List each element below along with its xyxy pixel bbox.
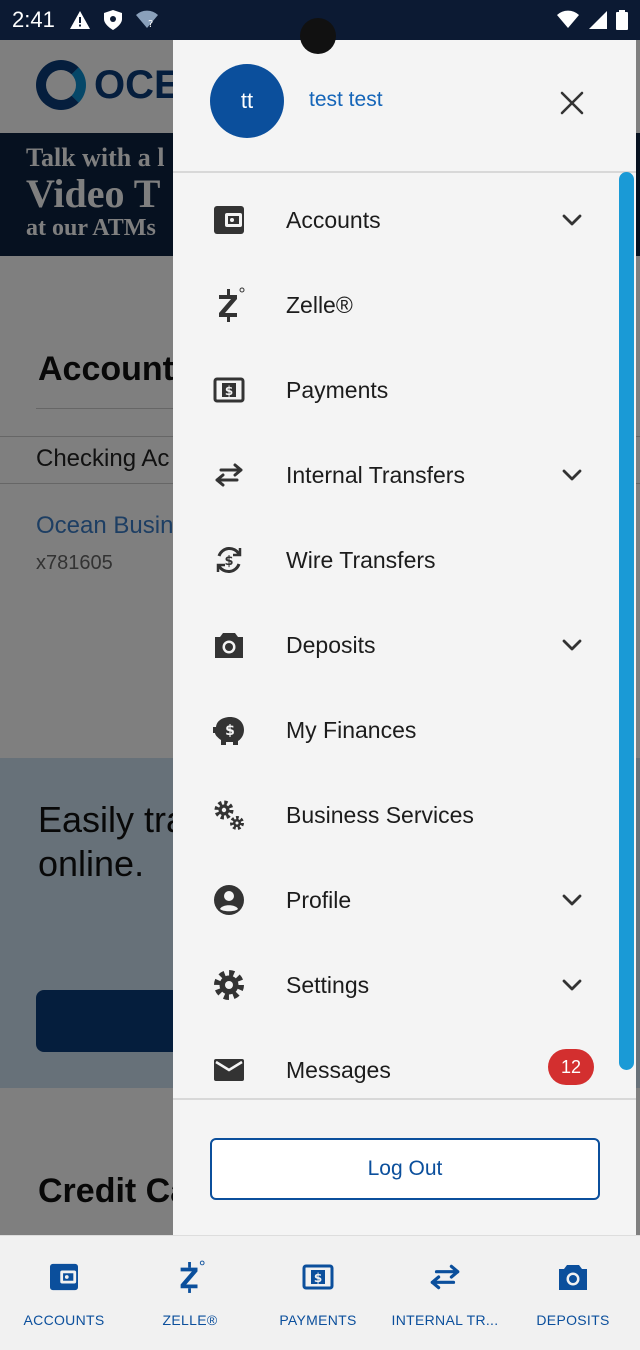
wifi-unknown-icon: ? xyxy=(135,10,158,30)
menu-item-messages[interactable]: Messages 12 xyxy=(173,1027,613,1099)
menu-item-business-services[interactable]: Business Services xyxy=(173,772,613,858)
menu-item-settings[interactable]: Settings xyxy=(173,942,613,1028)
camera-icon xyxy=(211,627,247,663)
dollar-bill-icon: $ xyxy=(301,1260,335,1294)
menu-label: Zelle® xyxy=(286,291,353,318)
chevron-down-icon[interactable] xyxy=(559,887,585,913)
menu-label: Profile xyxy=(286,886,352,913)
camera-cutout xyxy=(300,18,336,54)
user-name[interactable]: test test xyxy=(309,88,383,112)
chevron-down-icon[interactable] xyxy=(559,632,585,658)
menu-item-wire-transfers[interactable]: $ Wire Transfers xyxy=(173,517,613,603)
tab-payments[interactable]: $ PAYMENTS xyxy=(254,1236,382,1350)
envelope-icon xyxy=(211,1052,247,1088)
svg-text:?: ? xyxy=(148,19,153,30)
menu-label: Deposits xyxy=(286,631,376,658)
menu-item-my-finances[interactable]: $ My Finances xyxy=(173,687,613,773)
wallet-icon xyxy=(47,1260,81,1294)
battery-icon xyxy=(616,10,628,30)
gear-icon xyxy=(211,967,247,1003)
menu-label: Internal Transfers xyxy=(286,461,465,488)
svg-text:$: $ xyxy=(225,723,235,739)
tab-label: ZELLE® xyxy=(162,1312,218,1328)
menu-item-zelle[interactable]: Zelle® xyxy=(173,262,613,348)
close-drawer-button[interactable] xyxy=(553,84,591,122)
tab-internal-transfers[interactable]: INTERNAL TR... xyxy=(381,1236,509,1350)
tab-label: ACCOUNTS xyxy=(23,1312,105,1328)
menu-label: My Finances xyxy=(286,716,417,743)
bottom-navigation: ACCOUNTS ZELLE® $ PAYMENTS INTERNAL TR..… xyxy=(0,1235,640,1350)
menu-item-internal-transfers[interactable]: Internal Transfers xyxy=(173,432,613,518)
wifi-icon xyxy=(557,10,579,28)
dollar-bill-icon: $ xyxy=(211,372,247,408)
menu-label: Accounts xyxy=(286,206,381,233)
gears-icon xyxy=(211,797,247,833)
tab-zelle[interactable]: ZELLE® xyxy=(126,1236,254,1350)
menu-label: Business Services xyxy=(286,801,474,828)
tab-label: DEPOSITS xyxy=(536,1312,610,1328)
cellular-signal-icon xyxy=(589,11,607,29)
close-icon xyxy=(560,91,584,115)
drawer-header: tt test test xyxy=(173,40,636,173)
status-time: 2:41 xyxy=(12,7,55,32)
menu-item-deposits[interactable]: Deposits xyxy=(173,602,613,688)
shield-icon xyxy=(103,10,122,30)
currency-exchange-icon: $ xyxy=(211,542,247,578)
drawer-scrollbar[interactable] xyxy=(619,172,634,1070)
zelle-icon xyxy=(211,287,247,323)
transfer-arrows-icon xyxy=(428,1260,462,1294)
account-circle-icon xyxy=(211,882,247,918)
chevron-down-icon[interactable] xyxy=(559,972,585,998)
drawer-menu: Accounts Zelle® $ Payments Internal Tran… xyxy=(173,177,636,1099)
menu-label: Settings xyxy=(286,971,370,998)
svg-text:$: $ xyxy=(225,384,233,398)
piggy-bank-icon: $ xyxy=(211,712,247,748)
unread-count-badge: 12 xyxy=(548,1049,594,1085)
menu-label: Messages xyxy=(286,1056,391,1083)
warning-icon xyxy=(69,11,90,29)
menu-item-profile[interactable]: Profile xyxy=(173,857,613,943)
tab-deposits[interactable]: DEPOSITS xyxy=(509,1236,637,1350)
avatar[interactable]: tt xyxy=(210,64,284,138)
chevron-down-icon[interactable] xyxy=(559,207,585,233)
zelle-icon xyxy=(173,1260,207,1294)
menu-label: Wire Transfers xyxy=(286,546,436,573)
chevron-down-icon[interactable] xyxy=(559,462,585,488)
menu-label: Payments xyxy=(286,376,389,403)
tab-label: INTERNAL TR... xyxy=(391,1312,499,1328)
drawer-footer: Log Out xyxy=(173,1098,636,1235)
wallet-icon xyxy=(211,202,247,238)
camera-icon xyxy=(556,1260,590,1294)
svg-text:$: $ xyxy=(314,1271,322,1285)
menu-item-accounts[interactable]: Accounts xyxy=(173,177,613,263)
tab-accounts[interactable]: ACCOUNTS xyxy=(0,1236,128,1350)
log-out-button[interactable]: Log Out xyxy=(210,1138,600,1200)
svg-text:$: $ xyxy=(224,554,233,569)
transfer-arrows-icon xyxy=(211,457,247,493)
navigation-drawer: tt test test Accounts Zelle® $ Payments … xyxy=(173,40,636,1235)
tab-label: PAYMENTS xyxy=(279,1312,357,1328)
menu-item-payments[interactable]: $ Payments xyxy=(173,347,613,433)
